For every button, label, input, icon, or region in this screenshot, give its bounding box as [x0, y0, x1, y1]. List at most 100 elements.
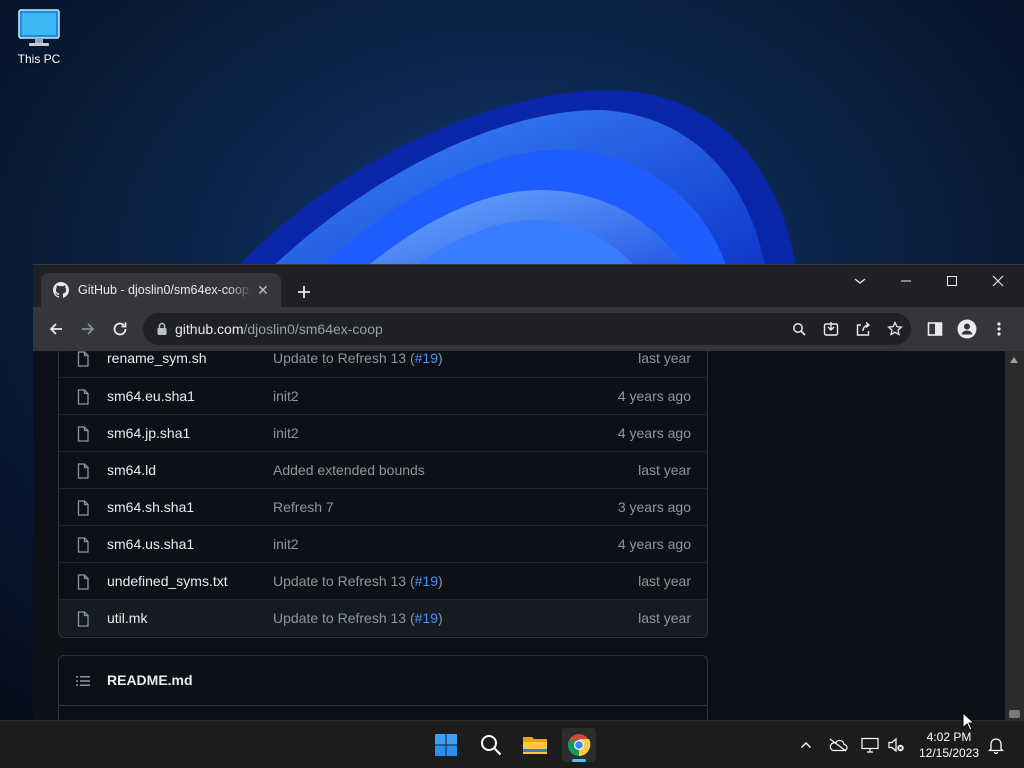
share-icon[interactable] [853, 319, 873, 339]
file-row[interactable]: sm64.eu.sha1 init2 4 years ago [59, 377, 707, 414]
tab-strip: GitHub - djoslin0/sm64ex-coop: ✕ [33, 265, 1024, 307]
new-tab-button[interactable] [291, 279, 317, 305]
mouse-cursor-icon [962, 712, 976, 731]
file-name-link[interactable]: sm64.us.sha1 [107, 536, 194, 552]
scrollbar-thumb[interactable] [1009, 710, 1020, 718]
network-icon [861, 737, 879, 753]
desktop-icon-this-pc[interactable]: This PC [10, 8, 68, 66]
commit-age[interactable]: last year [638, 351, 691, 366]
plus-icon [298, 286, 310, 298]
minimize-icon [901, 280, 911, 282]
file-row[interactable]: undefined_syms.txt Update to Refresh 13 (… [59, 562, 707, 599]
commit-message: Update to Refresh 13 (#19) [273, 610, 443, 626]
commit-message-text[interactable]: init2 [273, 536, 299, 552]
taskbar-clock[interactable]: 4:02 PM 12/15/2023 [914, 729, 984, 761]
file-list: rename_sym.sh Update to Refresh 13 (#19) l… [58, 351, 708, 638]
onedrive-tray-button[interactable] [828, 735, 848, 755]
commit-message-text[interactable]: Refresh 7 [273, 499, 334, 515]
tab-github[interactable]: GitHub - djoslin0/sm64ex-coop: ✕ [41, 273, 281, 307]
taskbar-search-button[interactable] [474, 728, 508, 762]
issue-link[interactable]: #19 [415, 351, 438, 366]
url-host: github.com [175, 321, 244, 337]
file-name-link[interactable]: undefined_syms.txt [107, 573, 228, 589]
issue-link[interactable]: #19 [415, 610, 438, 626]
zoom-search-icon[interactable] [789, 319, 809, 339]
install-app-icon[interactable] [821, 319, 841, 339]
side-panel-button[interactable] [921, 315, 949, 343]
scroll-up-arrow-icon[interactable] [1010, 357, 1018, 363]
profile-button[interactable] [953, 315, 981, 343]
file-row[interactable]: util.mk Update to Refresh 13 (#19) last ye… [59, 599, 707, 636]
file-icon [75, 426, 91, 445]
file-row[interactable]: sm64.jp.sha1 init2 4 years ago [59, 414, 707, 451]
commit-message-end: ) [438, 573, 443, 589]
menu-button[interactable] [985, 315, 1013, 343]
commit-message-text[interactable]: Update to Refresh 13 ( [273, 610, 415, 626]
commit-age[interactable]: 4 years ago [618, 388, 691, 404]
outline-list-icon[interactable] [75, 673, 91, 689]
file-name-link[interactable]: util.mk [107, 610, 147, 626]
active-app-indicator [572, 759, 586, 762]
file-icon [75, 537, 91, 556]
reload-button[interactable] [106, 315, 134, 343]
commit-message: init2 [273, 536, 299, 552]
commit-age[interactable]: last year [638, 462, 691, 478]
commit-message-text[interactable]: init2 [273, 425, 299, 441]
file-name-link[interactable]: sm64.ld [107, 462, 156, 478]
forward-arrow-icon [82, 323, 95, 335]
commit-age[interactable]: last year [638, 610, 691, 626]
close-window-button[interactable] [975, 265, 1021, 297]
show-hidden-icons-button[interactable] [796, 735, 816, 755]
back-button[interactable] [42, 315, 70, 343]
commit-message-text[interactable]: Added extended bounds [273, 462, 425, 478]
start-button[interactable] [429, 728, 463, 762]
address-bar[interactable]: github.com/djoslin0/sm64ex-coop [143, 313, 911, 345]
file-icon [75, 611, 91, 630]
network-tray-button[interactable] [860, 735, 880, 755]
chevron-down-icon [854, 278, 866, 284]
file-icon [75, 574, 91, 593]
tab-search-button[interactable] [837, 265, 883, 297]
github-icon [53, 282, 69, 298]
reload-icon [113, 322, 127, 336]
commit-message: init2 [273, 388, 299, 404]
file-name-link[interactable]: sm64.sh.sha1 [107, 499, 194, 515]
profile-avatar-icon [957, 319, 977, 339]
file-name-link[interactable]: sm64.eu.sha1 [107, 388, 195, 404]
file-row[interactable]: sm64.us.sha1 init2 4 years ago [59, 525, 707, 562]
commit-age[interactable]: 3 years ago [618, 499, 691, 515]
readme-title[interactable]: README.md [107, 672, 193, 688]
close-icon [992, 275, 1004, 287]
file-row[interactable]: rename_sym.sh Update to Refresh 13 (#19) l… [59, 351, 707, 377]
file-name-link[interactable]: rename_sym.sh [107, 351, 207, 366]
maximize-button[interactable] [929, 265, 975, 297]
minimize-button[interactable] [883, 265, 929, 297]
commit-age[interactable]: 4 years ago [618, 536, 691, 552]
file-name-link[interactable]: sm64.jp.sha1 [107, 425, 190, 441]
volume-tray-button[interactable] [886, 735, 906, 755]
commit-message-text[interactable]: Update to Refresh 13 ( [273, 351, 415, 366]
issue-link[interactable]: #19 [415, 573, 438, 589]
url-path: /djoslin0/sm64ex-coop [243, 321, 383, 337]
commit-message-text[interactable]: init2 [273, 388, 299, 404]
file-explorer-icon [523, 737, 547, 754]
commit-message: Update to Refresh 13 (#19) [273, 573, 443, 589]
forward-button[interactable] [74, 315, 102, 343]
commit-message: init2 [273, 425, 299, 441]
tab-close-icon[interactable]: ✕ [253, 280, 273, 300]
page-scrollbar[interactable] [1005, 351, 1024, 721]
commit-age[interactable]: last year [638, 573, 691, 589]
lock-icon[interactable] [155, 321, 169, 337]
file-icon [75, 389, 91, 408]
bookmark-star-icon[interactable] [885, 319, 905, 339]
file-explorer-button[interactable] [518, 728, 552, 762]
notifications-button[interactable] [986, 735, 1006, 755]
chevron-up-icon [801, 742, 811, 748]
clock-date: 12/15/2023 [918, 746, 980, 760]
maximize-icon [947, 276, 957, 286]
chrome-taskbar-button[interactable] [562, 728, 596, 762]
file-row[interactable]: sm64.sh.sha1 Refresh 7 3 years ago [59, 488, 707, 525]
commit-message-text[interactable]: Update to Refresh 13 ( [273, 573, 415, 589]
commit-age[interactable]: 4 years ago [618, 425, 691, 441]
file-row[interactable]: sm64.ld Added extended bounds last year [59, 451, 707, 488]
